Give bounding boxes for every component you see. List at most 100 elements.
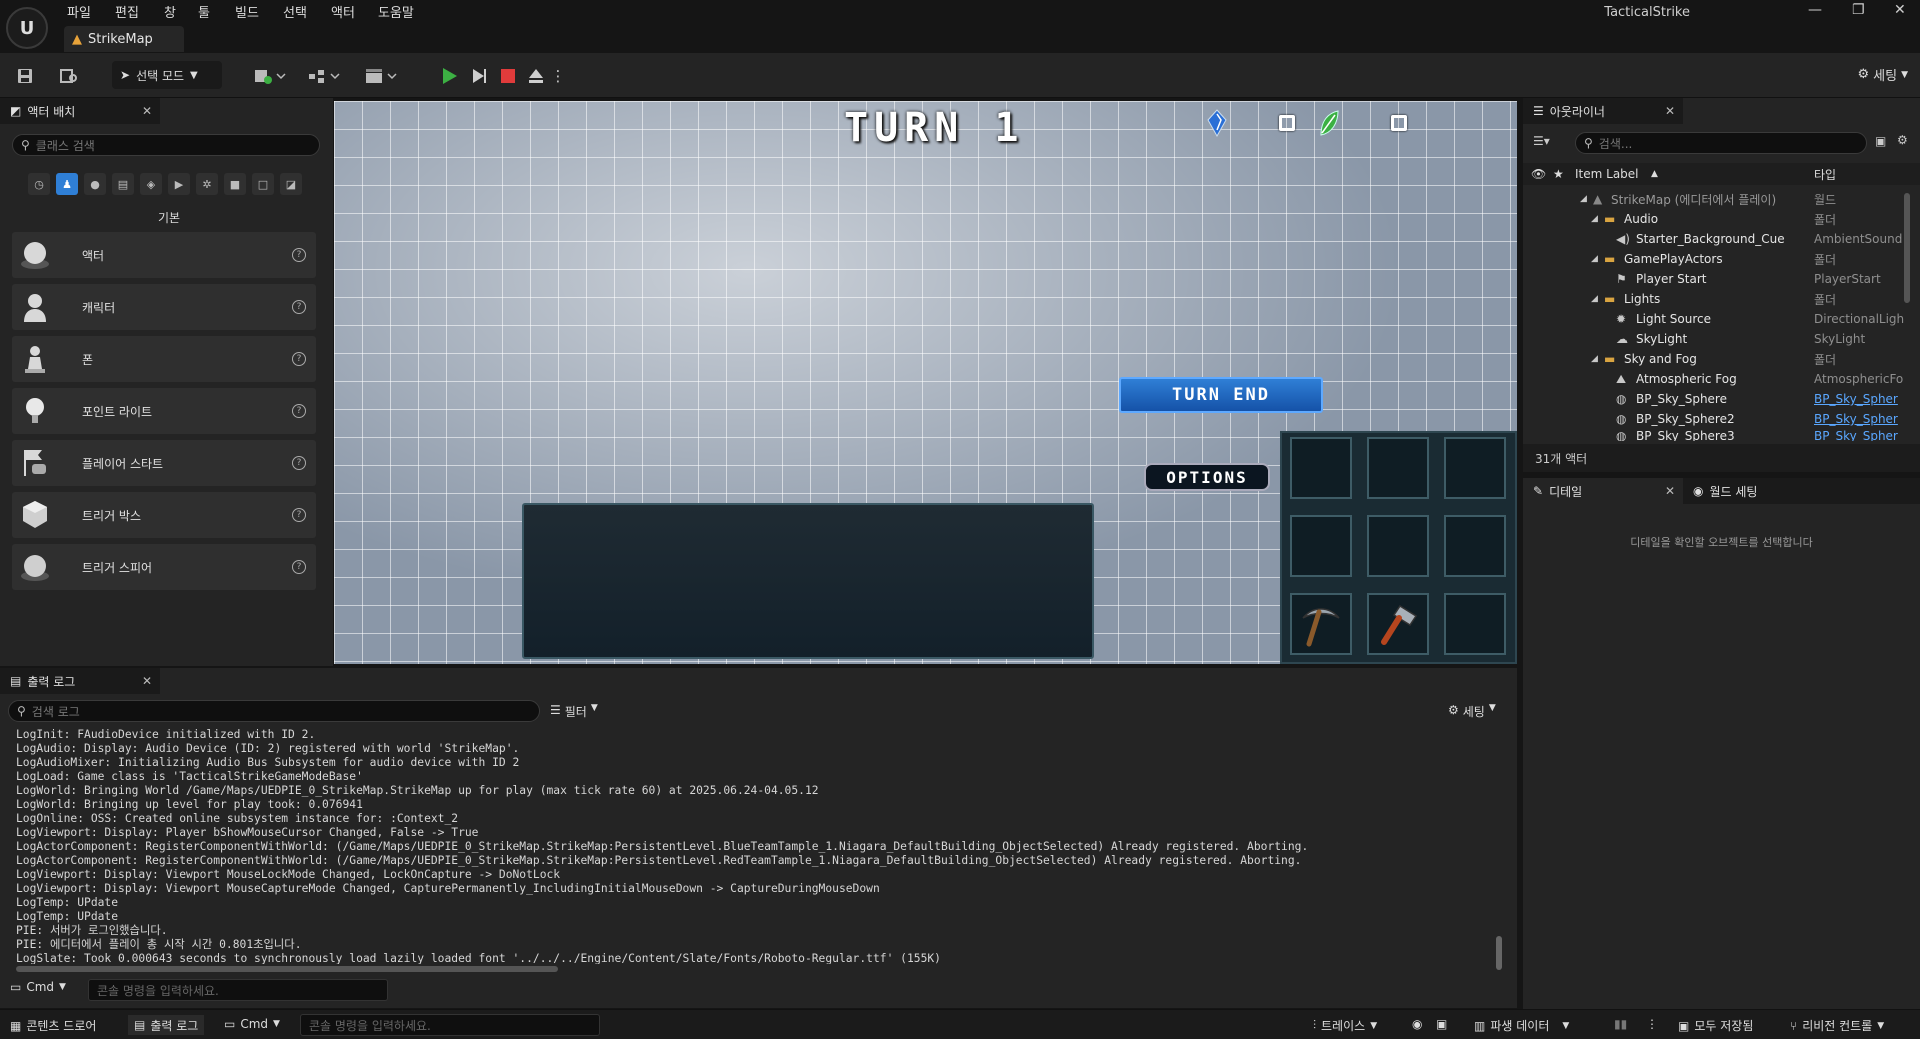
visual-effects-category-icon[interactable]: ◈ <box>140 173 162 195</box>
log-text[interactable]: LogInit: FAudioDevice initialized with I… <box>16 728 1496 964</box>
menu-select[interactable]: 선택 <box>283 2 307 21</box>
world-settings-tab[interactable]: ◉ 월드 세팅 <box>1683 478 1813 504</box>
type-column[interactable]: 타입 <box>1814 166 1836 183</box>
details-tab[interactable]: ✎ 디테일 ✕ <box>1523 478 1683 504</box>
turn-end-button[interactable]: TURN END <box>1119 377 1323 413</box>
menu-help[interactable]: 도움말 <box>378 2 414 21</box>
inventory-slot-pickaxe[interactable] <box>1290 593 1352 655</box>
save-icon[interactable] <box>13 64 37 88</box>
console-command-input[interactable]: 콘솔 명령을 입력하세요. <box>88 979 388 1001</box>
more-options-icon[interactable]: ⋮ <box>551 64 566 88</box>
collapse-arrow-icon[interactable]: ◢ <box>1591 254 1598 264</box>
inventory-slot[interactable] <box>1444 437 1506 499</box>
settings-button[interactable]: ⚙ 세팅 ▼ <box>1858 65 1909 84</box>
unreal-logo-icon[interactable]: U <box>6 7 48 49</box>
outliner-row[interactable]: ◀) Starter_Background_Cue AmbientSound <box>1523 229 1920 249</box>
help-icon[interactable]: ? <box>292 404 306 418</box>
game-viewport[interactable]: TURN 1 TURN END OPTIONS <box>334 101 1517 664</box>
volumes-category-icon[interactable]: ▶ <box>168 173 190 195</box>
outliner-row[interactable]: ☁ SkyLight SkyLight <box>1523 329 1920 349</box>
restore-icon[interactable]: ❐ <box>1852 2 1865 18</box>
filter-icon[interactable]: ☰▾ <box>1533 134 1550 148</box>
options-button[interactable]: OPTIONS <box>1144 463 1270 491</box>
output-log-tab[interactable]: ▤ 출력 로그 ✕ <box>0 668 160 694</box>
lights-category-icon[interactable]: ● <box>84 173 106 195</box>
pin-icon[interactable]: ★ <box>1553 167 1564 181</box>
log-settings-button[interactable]: ⚙ 세팅 ▼ <box>1448 703 1496 720</box>
visibility-icon[interactable]: 👁 <box>1531 167 1546 181</box>
outliner-row-type-link[interactable]: BP_Sky_Spher <box>1814 392 1910 406</box>
outliner-row-type-link[interactable]: BP_Sky_Spher <box>1814 429 1910 441</box>
outliner-row-type-link[interactable]: BP_Sky_Spher <box>1814 412 1910 426</box>
gear-icon[interactable]: ⚙ <box>1897 133 1908 147</box>
play-icon[interactable] <box>437 64 461 88</box>
log-vertical-scrollbar[interactable] <box>1496 936 1502 970</box>
menu-build[interactable]: 빌드 <box>235 2 259 21</box>
help-icon[interactable]: ? <box>292 248 306 262</box>
close-window-icon[interactable]: ✕ <box>1894 2 1906 18</box>
menu-tools[interactable]: 툴 <box>198 2 210 21</box>
menu-file[interactable]: 파일 <box>67 2 91 21</box>
eject-icon[interactable] <box>524 64 548 88</box>
output-log-button[interactable]: ▤ 출력 로그 <box>128 1015 205 1035</box>
screenshot-icon[interactable]: ▣ <box>1436 1017 1447 1031</box>
menu-edit[interactable]: 편집 <box>115 2 139 21</box>
blueprints-category-icon[interactable]: ◪ <box>280 173 302 195</box>
derived-data-button[interactable]: ▥ 파생 데이터 ▼ <box>1474 1017 1569 1034</box>
inventory-slot[interactable] <box>1290 515 1352 577</box>
trace-button[interactable]: ⫶ 트레이스 ▼ <box>1313 1017 1377 1034</box>
more-options-icon[interactable]: ⋮ <box>1646 1017 1658 1031</box>
outliner-row[interactable]: ⛰ Atmospheric Fog AtmosphericFo <box>1523 369 1920 389</box>
actor-item-trigger-box[interactable]: 트리거 박스 ? <box>12 492 316 538</box>
log-horizontal-scrollbar[interactable] <box>16 966 558 972</box>
help-icon[interactable]: ? <box>292 352 306 366</box>
outliner-tab[interactable]: ☰ 아웃라이너 ✕ <box>1523 98 1683 124</box>
actor-item-pawn[interactable]: 폰 ? <box>12 336 316 382</box>
level-tab[interactable]: ▲ StrikeMap <box>64 26 184 52</box>
cmd-dropdown[interactable]: ▭ Cmd ▼ <box>224 1017 280 1031</box>
minimize-icon[interactable]: — <box>1808 2 1822 18</box>
close-tab-icon[interactable]: ✕ <box>142 674 152 688</box>
actor-item-actor[interactable]: 액터 ? <box>12 232 316 278</box>
class-search-input[interactable]: ⚲ 클래스 검색 <box>12 134 320 156</box>
revision-control-button[interactable]: ⑂ 리비전 컨트롤 ▼ <box>1790 1017 1884 1034</box>
recent-category-icon[interactable]: ◷ <box>28 173 50 195</box>
place-actors-tab[interactable]: ◩ 액터 배치 ✕ <box>0 98 160 124</box>
help-icon[interactable]: ? <box>292 560 306 574</box>
actor-item-point-light[interactable]: 포인트 라이트 ? <box>12 388 316 434</box>
close-tab-icon[interactable]: ✕ <box>1665 484 1675 498</box>
help-icon[interactable]: ? <box>292 508 306 522</box>
content-drawer-button[interactable]: ▦ 콘텐츠 드로어 <box>10 1017 96 1034</box>
selection-mode-dropdown[interactable]: ➤ 선택 모드 ▼ <box>112 61 222 89</box>
inventory-slot[interactable] <box>1444 515 1506 577</box>
console-command-input[interactable]: 콘솔 명령을 입력하세요. <box>300 1014 600 1036</box>
outliner-search-input[interactable]: ⚲ 검색... <box>1575 132 1867 154</box>
stop-icon[interactable] <box>496 64 520 88</box>
outliner-row[interactable]: ◢ ▲ StrikeMap (에디터에서 플레이) 월드 <box>1523 189 1920 209</box>
item-label-column[interactable]: Item Label <box>1575 167 1639 181</box>
inventory-slot[interactable] <box>1444 593 1506 655</box>
filter-button[interactable]: ☰ 필터 ▼ <box>550 703 598 720</box>
menu-window[interactable]: 창 <box>164 2 176 21</box>
add-actor-icon[interactable] <box>250 64 290 88</box>
all-classes-category-icon[interactable]: □ <box>252 173 274 195</box>
step-icon[interactable] <box>467 64 491 88</box>
menu-actor[interactable]: 액터 <box>331 2 355 21</box>
save-all-button[interactable]: ▣ 모두 저장됨 <box>1678 1017 1753 1034</box>
cinematics-icon[interactable] <box>361 64 401 88</box>
outliner-row[interactable]: ◢ ▬ Lights 폴더 <box>1523 289 1920 309</box>
actor-item-player-start[interactable]: 플레이어 스타트 ? <box>12 440 316 486</box>
inventory-slot-hammer[interactable] <box>1367 593 1429 655</box>
close-tab-icon[interactable]: ✕ <box>1665 104 1675 118</box>
outliner-row[interactable]: ✹ Light Source DirectionalLigh <box>1523 309 1920 329</box>
cmd-dropdown[interactable]: ▭ Cmd ▼ <box>10 980 66 994</box>
browse-icon[interactable] <box>57 64 81 88</box>
outliner-row[interactable]: ◍ BP_Sky_Sphere2 BP_Sky_Spher <box>1523 409 1920 429</box>
record-icon[interactable]: ◉ <box>1412 1017 1422 1031</box>
inventory-slot[interactable] <box>1367 437 1429 499</box>
collapse-arrow-icon[interactable]: ◢ <box>1591 354 1598 364</box>
actor-item-character[interactable]: 캐릭터 ? <box>12 284 316 330</box>
close-tab-icon[interactable]: ✕ <box>142 104 152 118</box>
outliner-row[interactable]: ◢ ▬ Audio 폴더 <box>1523 209 1920 229</box>
blueprint-icon[interactable] <box>304 64 344 88</box>
